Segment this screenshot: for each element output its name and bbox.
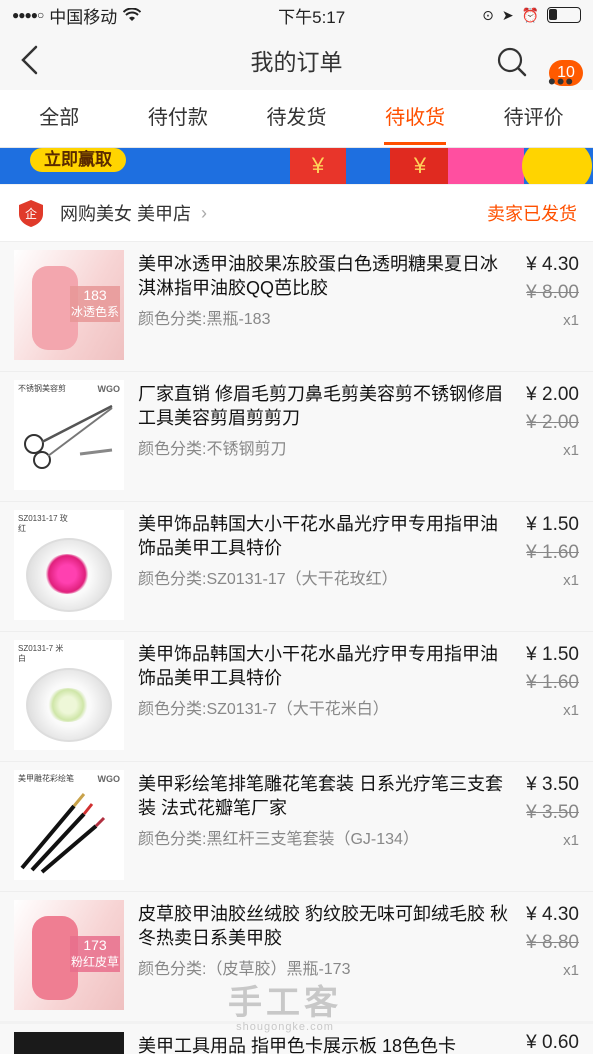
product-thumbnail: SZ0131-17 玫红 xyxy=(14,510,124,620)
shop-name[interactable]: 网购美女 美甲店 xyxy=(60,200,191,226)
product-thumbnail: SZ0131-7 米白 xyxy=(14,640,124,750)
order-item[interactable]: SZ0131-7 米白 美甲饰品韩国大小干花水晶光疗甲专用指甲油饰品美甲工具特价… xyxy=(0,631,593,761)
svg-text:企: 企 xyxy=(25,206,37,221)
alarm-icon: ⏰ xyxy=(521,6,539,23)
product-spec: 颜色分类:不锈钢剪刀 xyxy=(138,441,287,458)
status-right: ⊙ ➤ ⏰ xyxy=(482,7,581,24)
red-envelope-icon: ¥ xyxy=(390,148,450,184)
product-price: ¥ 2.00 xyxy=(526,384,579,405)
product-spec: 颜色分类:黑瓶-183 xyxy=(138,311,271,328)
banner-decoration xyxy=(448,148,524,184)
mascot-icon xyxy=(522,148,592,184)
original-price: ¥ 8.00 xyxy=(526,282,579,303)
red-envelope-icon: ¥ xyxy=(290,148,346,184)
tab-pending-shipment[interactable]: 待发货 xyxy=(237,90,356,147)
original-price: ¥ 3.50 xyxy=(526,802,579,823)
original-price: ¥ 1.60 xyxy=(526,672,579,693)
product-price: ¥ 3.50 xyxy=(526,774,579,795)
original-price: ¥ 8.80 xyxy=(526,932,579,953)
quantity: x1 xyxy=(563,442,579,459)
order-item[interactable]: 美甲雕花彩绘笔 WGO 美甲彩绘笔排笔雕花笔套装 日系光疗笔三支套装 法式花瓣笔… xyxy=(0,761,593,891)
product-title: 皮草胶甲油胶丝绒胶 豹纹胶无味可卸绒毛胶 秋冬热卖日系美甲胶 xyxy=(138,904,508,948)
tab-pending-review[interactable]: 待评价 xyxy=(474,90,593,147)
status-bar: ●●●●○ 中国移动 下午5:17 ⊙ ➤ ⏰ xyxy=(0,0,593,30)
product-thumbnail: 美甲雕花彩绘笔 WGO xyxy=(14,770,124,880)
product-price: ¥ 1.50 xyxy=(526,644,579,665)
clock: 下午5:17 xyxy=(278,7,346,27)
wifi-icon xyxy=(123,8,142,21)
product-title: 美甲饰品韩国大小干花水晶光疗甲专用指甲油饰品美甲工具特价 xyxy=(138,644,498,688)
product-title: 美甲冰透甲油胶果冻胶蛋白色透明糖果夏日冰淇淋指甲油胶QQ芭比胶 xyxy=(138,254,498,298)
product-thumbnail: 173 粉红皮草 xyxy=(14,900,124,1010)
order-item[interactable]: SZ0131-17 玫红 美甲饰品韩国大小干花水晶光疗甲专用指甲油饰品美甲工具特… xyxy=(0,501,593,631)
original-price: ¥ 1.60 xyxy=(526,542,579,563)
more-icon[interactable]: ••• xyxy=(548,71,574,93)
order-item[interactable]: 183 冰透色系 美甲冰透甲油胶果冻胶蛋白色透明糖果夏日冰淇淋指甲油胶QQ芭比胶… xyxy=(0,241,593,371)
product-spec: 颜色分类:SZ0131-7（大干花米白） xyxy=(138,701,389,718)
status-left: ●●●●○ 中国移动 xyxy=(12,3,142,28)
order-tabs: 全部 待付款 待发货 待收货 待评价 xyxy=(0,90,593,148)
signal-icon: ●●●●○ xyxy=(12,8,44,22)
tab-pending-payment[interactable]: 待付款 xyxy=(119,90,238,147)
nav-bar: 我的订单 10 ••• xyxy=(0,30,593,93)
location-icon: ➤ xyxy=(501,6,514,23)
product-title: 美甲彩绘笔排笔雕花笔套装 日系光疗笔三支套装 法式花瓣笔厂家 xyxy=(138,774,503,818)
product-spec: 颜色分类:SZ0131-17（大干花玫红） xyxy=(138,571,398,588)
chevron-right-icon: › xyxy=(201,202,208,223)
page-title: 我的订单 xyxy=(250,49,343,75)
thumb-tag: 183 冰透色系 xyxy=(70,286,120,322)
quantity: x1 xyxy=(563,572,579,589)
product-title: 厂家直销 修眉毛剪刀鼻毛剪美容剪不锈钢修眉工具美容剪眉剪剪刀 xyxy=(138,384,503,428)
product-spec: 颜色分类:（皮草胶）黑瓶-173 xyxy=(138,961,351,978)
quantity: x1 xyxy=(563,312,579,329)
order-item[interactable]: 不锈钢美容剪 WGO 厂家直销 修眉毛剪刀鼻毛剪美容剪不锈钢修眉工具美容剪眉剪剪… xyxy=(0,371,593,501)
shop-icon: 企 xyxy=(19,200,43,227)
promo-banner[interactable]: 立即赢取 ¥ ¥ xyxy=(0,148,593,184)
watermark: 手工客 shougongke.com xyxy=(228,984,342,1033)
battery-icon xyxy=(547,7,581,23)
product-thumbnail: 不锈钢美容剪 WGO xyxy=(14,380,124,490)
lock-rotation-icon: ⊙ xyxy=(482,6,494,23)
search-icon[interactable] xyxy=(496,46,528,78)
product-price: ¥ 4.30 xyxy=(526,254,579,275)
quantity: x1 xyxy=(563,962,579,979)
banner-cta-button[interactable]: 立即赢取 xyxy=(30,148,126,172)
back-icon[interactable] xyxy=(16,44,44,76)
product-price: ¥ 1.50 xyxy=(526,514,579,535)
thumb-tag: 173 粉红皮草 xyxy=(70,936,120,972)
tab-all[interactable]: 全部 xyxy=(0,90,119,147)
product-thumbnail xyxy=(14,1032,124,1054)
quantity: x1 xyxy=(563,702,579,719)
quantity: x1 xyxy=(563,832,579,849)
order-status: 卖家已发货 xyxy=(487,204,577,224)
carrier-label: 中国移动 xyxy=(49,7,118,27)
tab-pending-receipt[interactable]: 待收货 xyxy=(356,90,475,147)
brush-icon xyxy=(20,793,106,874)
product-spec: 颜色分类:黑红杆三支笔套装（GJ-134） xyxy=(138,831,419,848)
shop-header[interactable]: 企 网购美女 美甲店 › 卖家已发货 xyxy=(0,185,593,241)
product-price: ¥ 4.30 xyxy=(526,904,579,925)
product-thumbnail: 183 冰透色系 xyxy=(14,250,124,360)
product-title: 美甲饰品韩国大小干花水晶光疗甲专用指甲油饰品美甲工具特价 xyxy=(138,514,498,558)
original-price: ¥ 2.00 xyxy=(526,412,579,433)
scissors-icon xyxy=(24,404,113,469)
product-price: ¥ 0.60 xyxy=(526,1032,579,1053)
